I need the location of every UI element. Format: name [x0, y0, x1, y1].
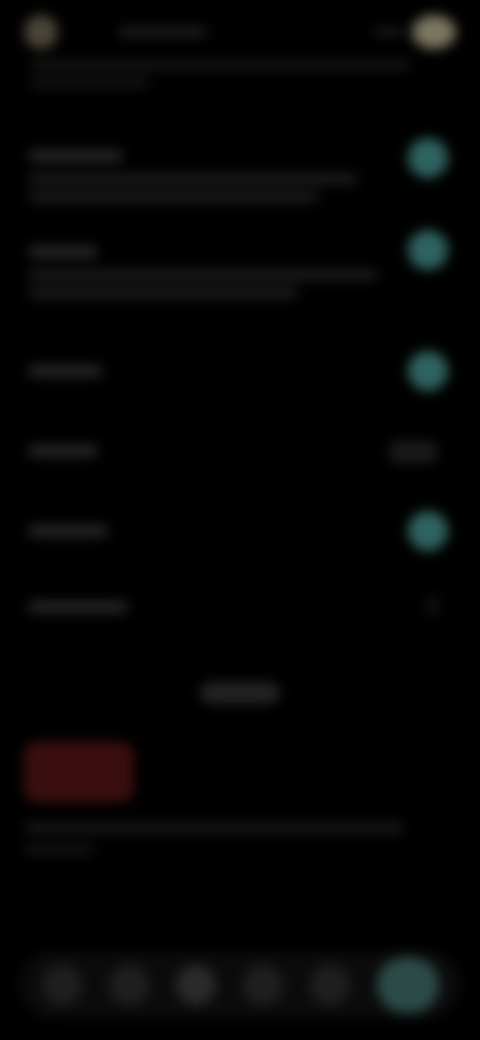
bottom-navigation [20, 952, 460, 1018]
setting-row-2[interactable] [22, 228, 458, 318]
header-indicator [374, 28, 404, 36]
app-screen [0, 0, 480, 1040]
setting-row-6[interactable] [22, 583, 458, 633]
setting-label [28, 365, 103, 377]
page-title [118, 27, 208, 37]
footnote-text-continued [24, 845, 94, 855]
nav-item-5[interactable] [309, 965, 350, 1005]
setting-row-3[interactable] [22, 345, 458, 395]
avatar-icon[interactable] [24, 15, 58, 49]
header-bar [24, 14, 456, 50]
setting-description-continued [28, 192, 318, 202]
nav-item-6-active[interactable] [376, 957, 439, 1013]
setting-toggle[interactable] [388, 441, 438, 463]
setting-row-1[interactable] [22, 130, 458, 220]
setting-toggle[interactable] [408, 138, 448, 178]
setting-description [28, 174, 358, 184]
setting-label [28, 150, 123, 162]
nav-item-2[interactable] [108, 965, 149, 1005]
setting-toggle[interactable] [408, 511, 448, 551]
setting-row-4[interactable] [22, 425, 458, 475]
setting-description-continued [28, 288, 298, 298]
setting-description [28, 270, 378, 280]
setting-label [28, 445, 98, 457]
setting-toggle[interactable] [408, 351, 448, 391]
setting-toggle[interactable] [408, 230, 448, 270]
setting-label [28, 246, 98, 258]
profile-icon[interactable] [412, 15, 456, 49]
setting-label [28, 525, 108, 537]
nav-item-1[interactable] [41, 965, 82, 1005]
nav-item-3[interactable] [175, 965, 216, 1005]
center-action-button[interactable] [200, 682, 280, 704]
danger-button[interactable] [24, 742, 134, 802]
setting-row-5[interactable] [22, 505, 458, 555]
page-subtitle [30, 60, 410, 70]
page-subtitle-continued [30, 78, 150, 88]
setting-label [28, 601, 128, 613]
chevron-right-icon [428, 597, 438, 615]
footnote-text [24, 822, 404, 834]
blurred-content [0, 0, 480, 1040]
nav-item-4[interactable] [242, 965, 283, 1005]
